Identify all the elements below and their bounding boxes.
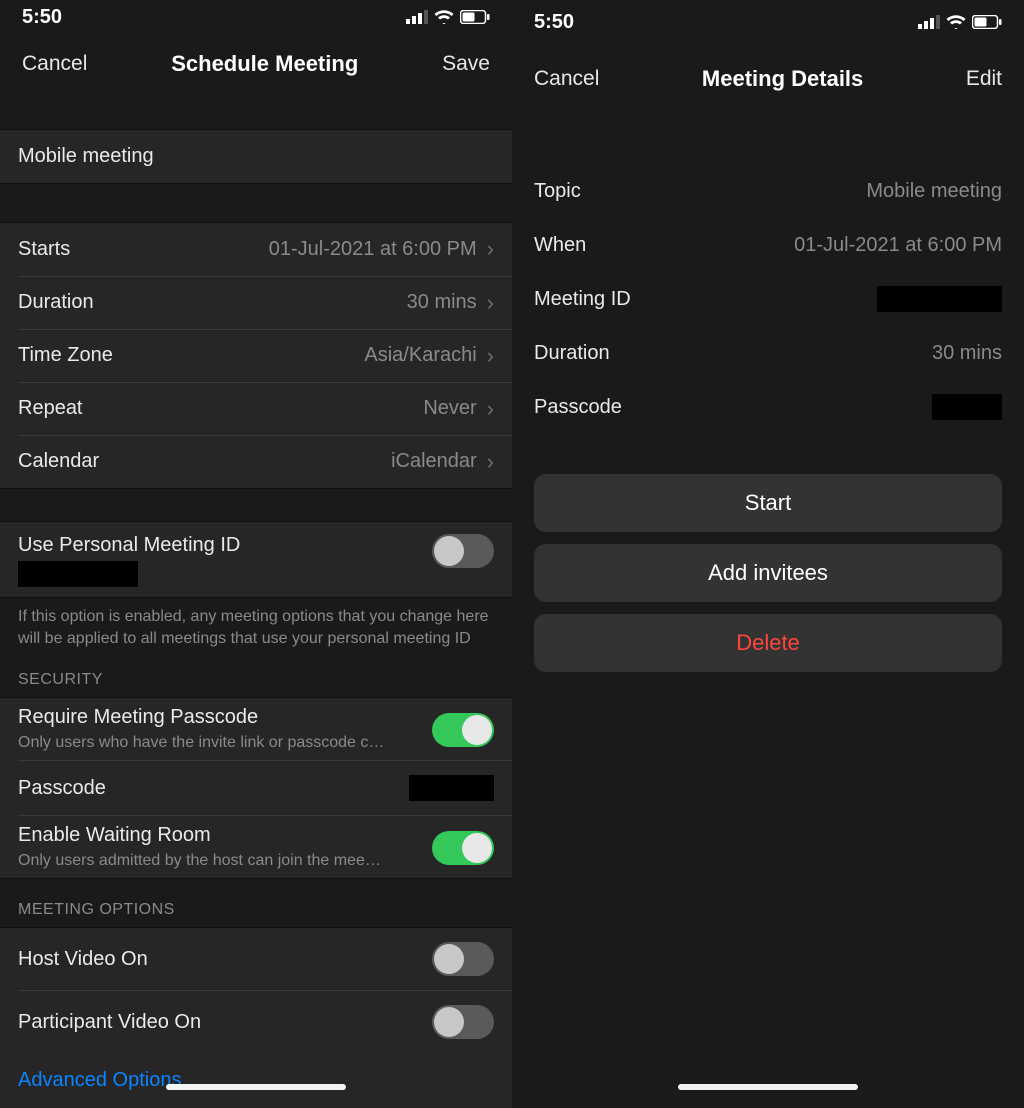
chevron-right-icon: ›: [487, 451, 494, 473]
timezone-row[interactable]: Time Zone Asia/Karachi ›: [18, 329, 512, 382]
statusbar: 5:50: [0, 0, 512, 34]
cellular-icon: [918, 15, 940, 29]
repeat-row[interactable]: Repeat Never ›: [18, 382, 512, 435]
pmi-toggle[interactable]: [432, 534, 494, 568]
page-title: Schedule Meeting: [171, 51, 358, 77]
topic-input[interactable]: Mobile meeting: [0, 130, 512, 183]
passcode-row[interactable]: Passcode: [18, 760, 512, 815]
when-row: When 01-Jul-2021 at 6:00 PM: [512, 218, 1024, 272]
topic-value: Mobile meeting: [18, 145, 154, 168]
pmi-row[interactable]: Use Personal Meeting ID: [0, 522, 512, 597]
meeting-id-row: Meeting ID: [512, 272, 1024, 326]
start-button[interactable]: Start: [534, 474, 1002, 532]
host-video-row[interactable]: Host Video On: [0, 928, 512, 990]
cellular-icon: [406, 10, 428, 24]
duration-label: Duration: [18, 291, 94, 314]
participant-video-label: Participant Video On: [18, 1011, 201, 1034]
duration-value: 30 mins: [932, 342, 1002, 365]
duration-row[interactable]: Duration 30 mins ›: [18, 276, 512, 329]
waiting-room-toggle[interactable]: [432, 831, 494, 865]
start-button-label: Start: [745, 490, 791, 516]
starts-value: 01-Jul-2021 at 6:00 PM: [269, 238, 477, 261]
statusbar: 5:50: [512, 0, 1024, 44]
require-passcode-sub: Only users who have the invite link or p…: [18, 733, 426, 754]
battery-icon: [972, 15, 1002, 29]
pmi-label: Use Personal Meeting ID: [18, 534, 432, 557]
save-button[interactable]: Save: [442, 52, 490, 76]
waiting-room-row[interactable]: Enable Waiting Room Only users admitted …: [18, 815, 512, 878]
duration-row: Duration 30 mins: [512, 326, 1024, 380]
cancel-button[interactable]: Cancel: [534, 67, 599, 91]
navbar: Cancel Meeting Details Edit: [512, 54, 1024, 104]
participant-video-row[interactable]: Participant Video On: [18, 990, 512, 1053]
repeat-value: Never: [423, 397, 476, 420]
chevron-right-icon: ›: [487, 238, 494, 260]
starts-label: Starts: [18, 238, 70, 261]
waiting-room-label: Enable Waiting Room: [18, 824, 432, 847]
home-indicator[interactable]: [678, 1084, 858, 1090]
passcode-label: Passcode: [18, 777, 106, 800]
battery-icon: [460, 10, 490, 24]
delete-button[interactable]: Delete: [534, 614, 1002, 672]
meeting-details-screen: 5:50 Cancel Meeting Details Edit Topic M…: [512, 0, 1024, 1108]
timezone-label: Time Zone: [18, 344, 113, 367]
wifi-icon: [434, 10, 454, 24]
status-time: 5:50: [534, 11, 574, 34]
duration-value: 30 mins: [407, 291, 477, 314]
status-right: [406, 10, 490, 24]
status-right: [918, 15, 1002, 29]
when-label: When: [534, 234, 586, 257]
passcode-label: Passcode: [534, 396, 622, 419]
topic-label: Topic: [534, 180, 581, 203]
topic-value: Mobile meeting: [866, 180, 1002, 203]
pmi-redacted: [18, 561, 138, 587]
waiting-room-sub: Only users admitted by the host can join…: [18, 851, 426, 872]
options-group: Host Video On Participant Video On Advan…: [0, 927, 512, 1108]
timezone-value: Asia/Karachi: [364, 344, 476, 367]
delete-button-label: Delete: [736, 630, 800, 656]
wifi-icon: [946, 15, 966, 29]
meeting-id-redacted: [877, 286, 1002, 312]
page-title: Meeting Details: [702, 66, 863, 92]
chevron-right-icon: ›: [487, 292, 494, 314]
chevron-right-icon: ›: [487, 398, 494, 420]
host-video-toggle[interactable]: [432, 942, 494, 976]
status-time: 5:50: [22, 6, 62, 29]
scheduling-group: Starts 01-Jul-2021 at 6:00 PM › Duration…: [0, 222, 512, 489]
pmi-group: Use Personal Meeting ID: [0, 521, 512, 598]
details-group: Topic Mobile meeting When 01-Jul-2021 at…: [512, 164, 1024, 434]
require-passcode-toggle[interactable]: [432, 713, 494, 747]
pmi-footnote: If this option is enabled, any meeting o…: [0, 598, 512, 649]
calendar-value: iCalendar: [391, 450, 477, 473]
edit-button[interactable]: Edit: [966, 67, 1002, 91]
starts-row[interactable]: Starts 01-Jul-2021 at 6:00 PM ›: [0, 223, 512, 276]
topic-field-group: Mobile meeting: [0, 129, 512, 184]
navbar: Cancel Schedule Meeting Save: [0, 44, 512, 83]
host-video-label: Host Video On: [18, 948, 148, 971]
add-invitees-label: Add invitees: [708, 560, 828, 586]
cancel-button[interactable]: Cancel: [22, 52, 87, 76]
require-passcode-label: Require Meeting Passcode: [18, 706, 432, 729]
security-header: SECURITY: [0, 649, 512, 697]
meeting-id-label: Meeting ID: [534, 288, 631, 311]
passcode-row: Passcode: [512, 380, 1024, 434]
require-passcode-row[interactable]: Require Meeting Passcode Only users who …: [0, 698, 512, 760]
calendar-label: Calendar: [18, 450, 99, 473]
repeat-label: Repeat: [18, 397, 83, 420]
home-indicator[interactable]: [166, 1084, 346, 1090]
topic-row: Topic Mobile meeting: [512, 164, 1024, 218]
calendar-row[interactable]: Calendar iCalendar ›: [18, 435, 512, 488]
options-header: MEETING OPTIONS: [0, 879, 512, 927]
passcode-redacted: [932, 394, 1002, 420]
add-invitees-button[interactable]: Add invitees: [534, 544, 1002, 602]
advanced-options-link[interactable]: Advanced Options: [0, 1053, 512, 1108]
passcode-redacted: [409, 775, 494, 801]
duration-label: Duration: [534, 342, 610, 365]
when-value: 01-Jul-2021 at 6:00 PM: [794, 234, 1002, 257]
security-group: Require Meeting Passcode Only users who …: [0, 697, 512, 879]
participant-video-toggle[interactable]: [432, 1005, 494, 1039]
schedule-meeting-screen: 5:50 Cancel Schedule Meeting Save Mobile…: [0, 0, 512, 1108]
chevron-right-icon: ›: [487, 345, 494, 367]
